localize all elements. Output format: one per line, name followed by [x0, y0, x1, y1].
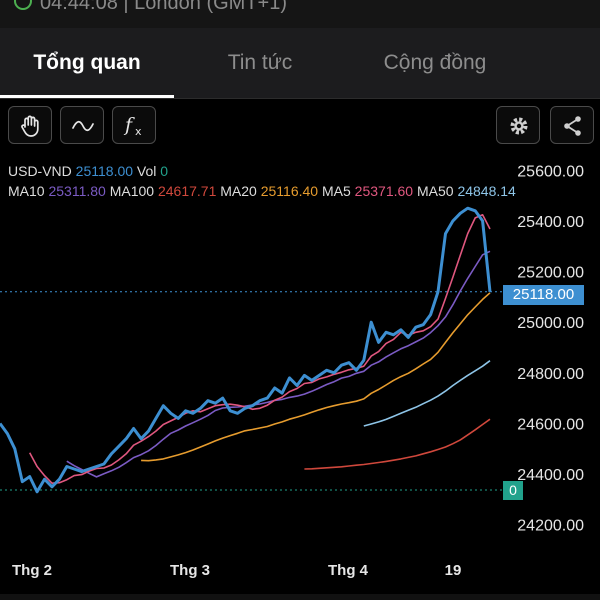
y-tick-label: 24200.00	[517, 518, 584, 535]
x-tick-label: Thg 3	[170, 562, 210, 579]
y-tick-label: 25400.00	[517, 214, 584, 231]
series-line-price	[0, 206, 492, 494]
ma100-label: MA100	[109, 183, 155, 199]
ma5-value: 25371.60	[354, 183, 414, 199]
current-vol-tag: 0	[503, 481, 523, 500]
status-time: 04:44:08 | London (GMT+1)	[40, 0, 288, 14]
status-bar: 04:44:08 | London (GMT+1)	[0, 0, 600, 28]
ma20-value: 25116.40	[260, 183, 319, 199]
y-tick-label: 24600.00	[517, 416, 584, 433]
hand-icon	[21, 115, 39, 137]
tab-community[interactable]: Cộng đồng	[346, 28, 524, 98]
bottom-strip	[0, 594, 600, 600]
x-tick-label: 19	[445, 562, 462, 579]
share-button[interactable]	[550, 106, 594, 144]
vol-value: 0	[160, 163, 169, 179]
legend-row-2: MA10 25311.80 MA100 24617.71 MA20 25116.…	[8, 183, 516, 199]
current-price-tag: 25118.00	[503, 285, 584, 305]
ma50-value: 24848.14	[457, 183, 516, 199]
function-icon: f x	[123, 114, 142, 138]
svg-text:x: x	[135, 125, 142, 138]
y-tick-label: 25000.00	[517, 315, 584, 332]
y-tick-label: 25600.00	[517, 163, 584, 180]
ma10-label: MA10	[8, 183, 45, 199]
hand-tool-button[interactable]	[8, 106, 52, 144]
settings-button[interactable]	[496, 106, 540, 144]
series-line-ma5	[28, 214, 491, 484]
tab-bar: Tổng quan Tin tức Cộng đồng	[0, 28, 600, 99]
ma50-label: MA50	[416, 183, 454, 199]
indicator-button[interactable]: f x	[112, 106, 156, 144]
draw-line-button[interactable]	[60, 106, 104, 144]
ma20-label: MA20	[220, 183, 257, 199]
svg-text:f: f	[123, 114, 135, 136]
series-line-ma10	[66, 250, 491, 478]
tab-overview[interactable]: Tổng quan	[0, 28, 174, 98]
clock-icon	[14, 0, 32, 10]
wave-icon	[72, 120, 94, 132]
share-icon	[564, 116, 581, 136]
x-tick-label: Thg 4	[328, 562, 369, 579]
tab-news[interactable]: Tin tức	[174, 28, 346, 98]
ma100-value: 24617.71	[157, 183, 217, 199]
series-line-ma100	[304, 418, 491, 470]
active-tab-indicator	[0, 95, 174, 98]
gear-icon	[510, 117, 528, 135]
ma5-label: MA5	[321, 183, 351, 199]
price-value: 25118.00	[75, 163, 134, 179]
y-tick-label: 24400.00	[517, 467, 584, 484]
series-line-ma20	[141, 292, 491, 462]
legend-row-1: USD-VND 25118.00 Vol 0	[8, 163, 168, 179]
ma10-value: 25311.80	[48, 183, 106, 199]
x-tick-label: Thg 2	[12, 562, 52, 579]
vol-label: Vol	[136, 163, 157, 179]
y-tick-label: 24800.00	[517, 366, 584, 383]
y-tick-label: 25200.00	[517, 265, 584, 282]
series-line-ma50	[363, 360, 491, 427]
symbol-label: USD-VND	[8, 163, 72, 179]
